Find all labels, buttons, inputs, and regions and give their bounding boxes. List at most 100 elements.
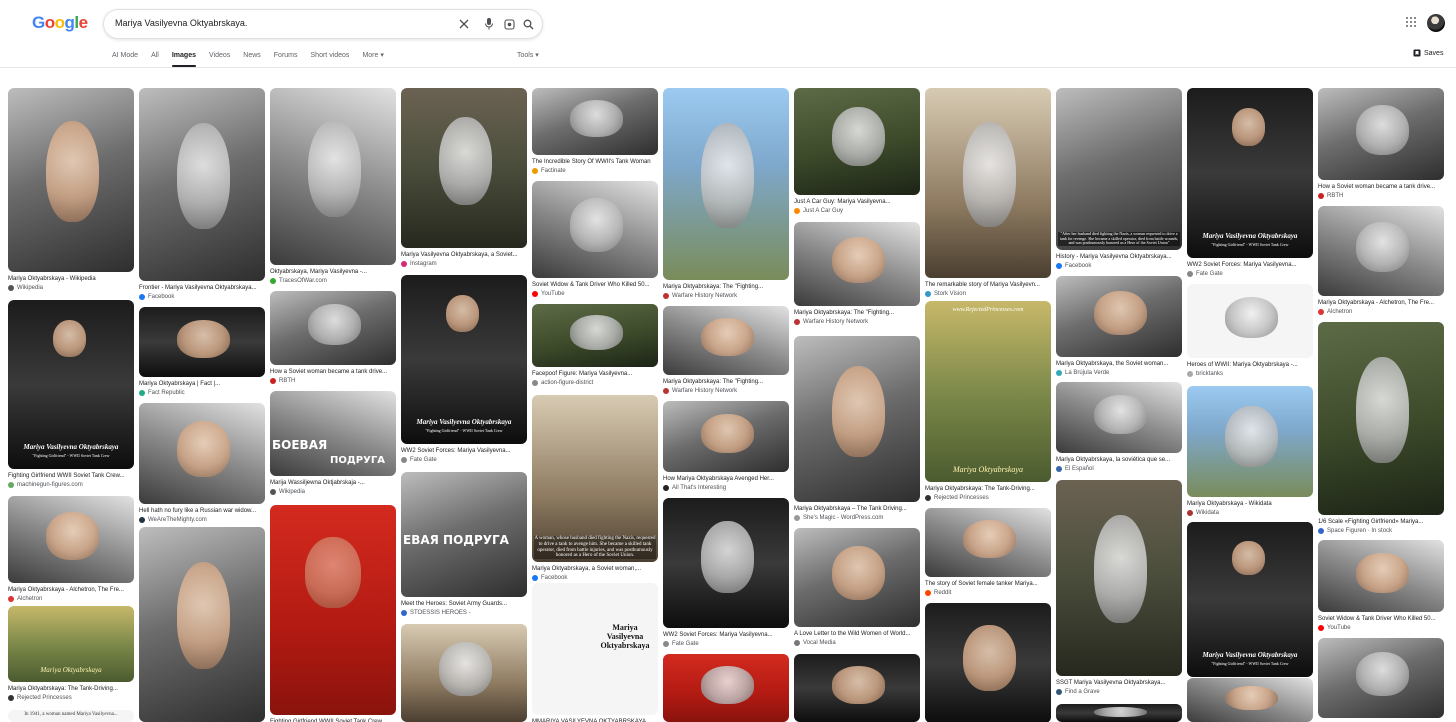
result-title[interactable]: Mariya Vasilyevna Oktyabrskaya, a Soviet…: [401, 251, 527, 259]
microphone-icon[interactable]: [481, 16, 497, 32]
result-title[interactable]: Soviet Widow & Tank Driver Who Killed 50…: [1318, 615, 1444, 623]
result-thumbnail[interactable]: [794, 528, 920, 627]
result-thumbnail[interactable]: [139, 527, 265, 722]
result-source[interactable]: Warfare History Network: [663, 387, 789, 395]
result-thumbnail[interactable]: [8, 496, 134, 583]
google-logo[interactable]: Google: [32, 13, 88, 33]
result-source[interactable]: She's Magic - WordPress.com: [794, 514, 920, 522]
result-title[interactable]: Mariya Oktyabrskaya - Wikidata: [1187, 500, 1313, 508]
result-thumbnail[interactable]: [1056, 276, 1182, 357]
result-source[interactable]: Alchetron: [1318, 308, 1444, 316]
result-source[interactable]: Wikidata: [1187, 509, 1313, 517]
result-title[interactable]: Oktyabrskaya, Mariya Vasilyevna -...: [270, 268, 396, 276]
tab-forums[interactable]: Forums: [274, 48, 298, 68]
result-title[interactable]: Mariya Oktyabrskaya: The Tank-Driving...: [8, 685, 134, 693]
result-thumbnail[interactable]: [139, 88, 265, 281]
camera-lens-icon[interactable]: [501, 16, 517, 32]
tab-all[interactable]: All: [151, 48, 159, 68]
result-title[interactable]: Mariya Oktyabrskaya – The Tank Driving..…: [794, 505, 920, 513]
result-thumbnail[interactable]: [1318, 638, 1444, 718]
result-title[interactable]: How a Soviet woman became a tank drive..…: [1318, 183, 1444, 191]
result-thumbnail[interactable]: www.RejectedPrincesses.com Mariya Oktyabr…: [925, 301, 1051, 482]
tab-short-videos[interactable]: Short videos: [311, 48, 350, 68]
tools-button[interactable]: Tools ▾: [517, 48, 539, 63]
result-title[interactable]: Soviet Widow & Tank Driver Who Killed 50…: [532, 281, 658, 289]
result-source[interactable]: Facebook: [1056, 262, 1182, 270]
result-title[interactable]: Mariya Oktyabrskaya - Alchetron, The Fre…: [8, 586, 134, 594]
result-source[interactable]: Facebook: [139, 293, 265, 301]
result-thumbnail[interactable]: [925, 508, 1051, 577]
result-thumbnail[interactable]: A woman, whose husband died fighting the…: [532, 395, 658, 562]
result-source[interactable]: action-figure-district: [532, 379, 658, 387]
result-source[interactable]: Fate Gate: [401, 456, 527, 464]
result-thumbnail[interactable]: [1318, 206, 1444, 296]
result-source[interactable]: Vocal Media: [794, 639, 920, 647]
result-title[interactable]: Mariya Oktyabrskaya: The "Fighting...: [663, 283, 789, 291]
result-thumbnail[interactable]: [1187, 386, 1313, 497]
result-thumbnail[interactable]: Mariya Vasilyevna Oktyabrskaya "Fighting …: [401, 275, 527, 444]
result-thumbnail[interactable]: [794, 654, 920, 722]
result-title[interactable]: Heroes of WWII: Mariya Oktyabrskaya -...: [1187, 361, 1313, 369]
result-source[interactable]: Factinate: [532, 167, 658, 175]
result-source[interactable]: Facebook: [532, 574, 658, 582]
result-source[interactable]: Instagram: [401, 260, 527, 268]
result-title[interactable]: Mariya Oktyabrskaya: The "Fighting...: [794, 309, 920, 317]
tab-images[interactable]: Images: [172, 48, 196, 68]
tab-ai-mode[interactable]: AI Mode: [112, 48, 138, 68]
result-source[interactable]: Fact Republic: [139, 389, 265, 397]
clear-icon[interactable]: [456, 16, 472, 32]
result-title[interactable]: WW2 Soviet Forces: Mariya Vasilyevna...: [401, 447, 527, 455]
result-title[interactable]: Frontier - Mariya Vasilyevna Oktyabrskay…: [139, 284, 265, 292]
result-title[interactable]: Mariya Oktyabrskaya - Alchetron, The Fre…: [1318, 299, 1444, 307]
result-title[interactable]: Mariya Oktyabrskaya, la soviética que se…: [1056, 456, 1182, 464]
result-title[interactable]: A Love Letter to the Wild Women of World…: [794, 630, 920, 638]
result-source[interactable]: Just A Car Guy: [794, 207, 920, 215]
result-title[interactable]: How Mariya Oktyabrskaya Avenged Her...: [663, 475, 789, 483]
result-thumbnail[interactable]: [532, 181, 658, 278]
result-source[interactable]: Rejected Princesses: [8, 694, 134, 702]
search-input[interactable]: Mariya Vasilyevna Oktyabrskaya.: [115, 18, 247, 28]
result-title[interactable]: The remarkable story of Mariya Vasilyevn…: [925, 281, 1051, 289]
result-title[interactable]: Meet the Heroes: Soviet Army Guards...: [401, 600, 527, 608]
result-title[interactable]: SSGT Mariya Vasilyevna Oktyabrskaya...: [1056, 679, 1182, 687]
result-title[interactable]: Mariya Oktyabrskaya: The Tank-Driving...: [925, 485, 1051, 493]
result-source[interactable]: WeAreTheMighty.com: [139, 516, 265, 524]
result-source[interactable]: Reddit: [925, 589, 1051, 597]
result-title[interactable]: How a Soviet woman became a tank drive..…: [270, 368, 396, 376]
result-source[interactable]: Wikipedia: [8, 284, 134, 292]
result-thumbnail[interactable]: [270, 88, 396, 265]
saves-button[interactable]: Saves: [1413, 49, 1443, 57]
avatar[interactable]: [1427, 14, 1445, 32]
result-thumbnail[interactable]: [270, 505, 396, 715]
result-title[interactable]: WW2 Soviet Forces: Mariya Vasilyevna...: [1187, 261, 1313, 269]
result-thumbnail[interactable]: [1187, 284, 1313, 358]
result-source[interactable]: All That's Interesting: [663, 484, 789, 492]
result-thumbnail[interactable]: [794, 222, 920, 306]
result-thumbnail[interactable]: ЕВАЯ ПОДРУГА: [401, 472, 527, 597]
result-thumbnail[interactable]: [663, 306, 789, 375]
result-source[interactable]: YouTube: [532, 290, 658, 298]
result-source[interactable]: La Brújula Verde: [1056, 369, 1182, 377]
result-title[interactable]: WW2 Soviet Forces: Mariya Vasilyevna...: [663, 631, 789, 639]
result-title[interactable]: Just A Car Guy: Mariya Vasilyevna...: [794, 198, 920, 206]
result-thumbnail[interactable]: [794, 336, 920, 502]
search-icon[interactable]: [520, 16, 536, 32]
result-title[interactable]: Mariya Oktyabrskaya, a Soviet woman,...: [532, 565, 658, 573]
result-source[interactable]: Fate Gate: [663, 640, 789, 648]
result-title[interactable]: Mariya Oktyabrskaya | Fact |...: [139, 380, 265, 388]
result-thumbnail[interactable]: In 1941, a woman named Mariya Vasilyevna…: [8, 710, 134, 722]
result-source[interactable]: STOESSIS HEROES -: [401, 609, 527, 617]
tab-news[interactable]: News: [243, 48, 261, 68]
result-thumbnail[interactable]: БОЕВАЯ ПОДРУГА: [270, 391, 396, 476]
result-thumbnail[interactable]: Mariya Oktyabrskaya: [8, 606, 134, 682]
result-thumbnail[interactable]: [663, 654, 789, 722]
result-source[interactable]: Find a Grave: [1056, 688, 1182, 696]
result-title[interactable]: MMARIYA VASILYEVNA OKTYABRSKAYA...: [532, 718, 658, 722]
result-title[interactable]: History - Mariya Vasilyevna Oktyabrskaya…: [1056, 253, 1182, 261]
result-source[interactable]: Warfare History Network: [663, 292, 789, 300]
result-thumbnail[interactable]: [1318, 322, 1444, 515]
result-title[interactable]: 1/6 Scale «Fighting Girlfriend» Mariya..…: [1318, 518, 1444, 526]
result-title[interactable]: Mariya Oktyabrskaya, the Soviet woman...: [1056, 360, 1182, 368]
result-source[interactable]: machinegun-figures.com: [8, 481, 134, 489]
result-thumbnail[interactable]: [8, 88, 134, 272]
